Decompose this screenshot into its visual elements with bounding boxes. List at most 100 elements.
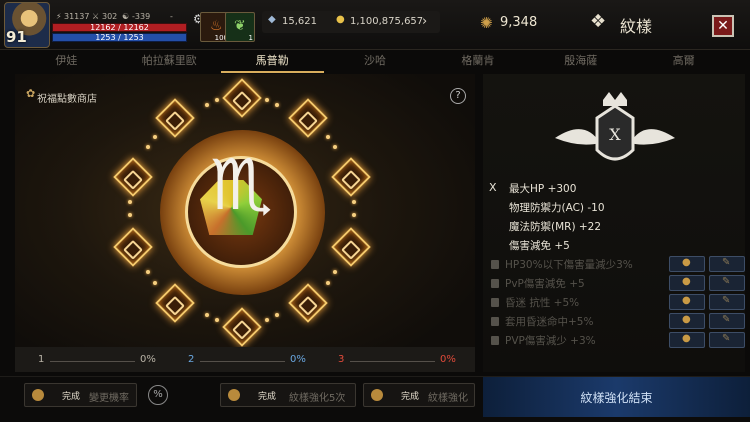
path-dot [215, 98, 219, 102]
stat-c-value: - [170, 12, 173, 21]
emblem-menu-icon: ❖ [590, 11, 607, 32]
hp-bar: 12162 / 12162 [52, 23, 187, 32]
coin-icon [371, 389, 383, 401]
locked-stat: PvP傷害減免 +5 [491, 276, 585, 291]
tab-maphr[interactable]: 馬普勒 [220, 51, 324, 73]
path-dot [333, 270, 337, 274]
path-dot [205, 313, 209, 317]
coin-bag-icon: ✿ [26, 87, 36, 100]
path-dot [275, 103, 279, 107]
progress-percent: 0% [290, 354, 306, 365]
path-dot [333, 145, 337, 149]
progress-percent: 0% [440, 354, 456, 365]
mp-text: 1253 / 1253 [95, 33, 144, 42]
coin-icon [228, 389, 240, 401]
help-icon[interactable]: ? [450, 88, 466, 104]
stat-marker: X [489, 181, 497, 194]
emblem-roman: X [609, 125, 621, 144]
slot-count: 1 [248, 34, 253, 42]
coin-option-button[interactable] [669, 332, 705, 348]
coin-option-button[interactable] [669, 256, 705, 272]
currency-box: ◆ 15,621 ● 1,100,875,657 › [262, 11, 440, 33]
enhance-5x-button[interactable]: 完成 紋樣強化5次 [220, 383, 356, 407]
tab-gran-kain[interactable]: 格蘭肯 [426, 51, 529, 73]
button-label: 紋樣強化 [428, 393, 468, 404]
done-label: 完成 [258, 392, 277, 402]
diamond-amount: 15,621 [282, 16, 317, 27]
locked-stat: PVP傷害減少 +3% [491, 333, 596, 348]
lock-icon [491, 317, 499, 326]
stat-line: 傷害減免 +5 [509, 240, 570, 252]
gold-icon: ● [336, 14, 345, 25]
tab-sayha[interactable]: 沙哈 [324, 51, 427, 73]
tab-paagrio[interactable]: 帕拉蘇里歐 [118, 51, 221, 73]
button-label: 紋樣強化5次 [289, 393, 346, 404]
locked-stat: 套用昏迷命中+5% [491, 314, 593, 329]
path-dot [326, 135, 330, 139]
done-label: 完成 [62, 392, 81, 402]
coin-option-button[interactable] [669, 294, 705, 310]
locked-stat-text: HP30%以下傷害量減少3% [505, 259, 633, 271]
tool-option-button[interactable] [709, 332, 745, 348]
coin-option-button[interactable] [669, 313, 705, 329]
coin-option-button[interactable] [669, 275, 705, 291]
chevron-right-icon[interactable]: › [422, 14, 427, 29]
blessing-coin-amount: 9,348 [500, 15, 538, 30]
potion-icon: ♨ [210, 18, 223, 34]
stat-line: 物理防禦力(AC) -10 [509, 202, 605, 214]
tab-eva[interactable]: 伊娃 [15, 51, 118, 73]
progress-index: 1 [38, 354, 45, 365]
done-label: 完成 [401, 392, 420, 402]
percent-icon[interactable]: % [148, 385, 168, 405]
alignment-icon: ☯ [122, 12, 130, 21]
blessing-coin-icon: ✺ [480, 14, 493, 32]
progress-track [350, 361, 435, 362]
locked-stat-text: 套用昏迷命中+5% [505, 316, 594, 328]
tool-option-button[interactable] [709, 275, 745, 291]
close-button[interactable]: ✕ [712, 15, 734, 37]
locked-stat-text: 昏迷 抗性 +5% [505, 297, 580, 309]
stat-line: 最大HP +300 [509, 183, 577, 195]
enhance-button[interactable]: 完成 紋樣強化 [363, 383, 475, 407]
god-tabs: 伊娃 帕拉蘇里歐 馬普勒 沙哈 格蘭肯 殷海薩 高爾 [15, 51, 735, 73]
locked-stat-text: PvP傷害減免 +5 [505, 278, 585, 290]
tab-einhasad[interactable]: 殷海薩 [529, 51, 632, 73]
path-dot [153, 135, 157, 139]
stat-line: 魔法防禦(MR) +22 [509, 221, 602, 233]
diamond-icon: ◆ [268, 14, 276, 25]
stat-b-value: -339 [132, 12, 151, 21]
player-level: 91 [6, 28, 27, 46]
mp-bar: 1253 / 1253 [52, 33, 187, 42]
lock-icon [491, 298, 499, 307]
locked-stat: 昏迷 抗性 +5% [491, 295, 579, 310]
power-value: 31137 [64, 12, 90, 21]
path-dot [352, 213, 356, 217]
scorpion-icon: ♏ [210, 144, 273, 226]
quick-slot-leaf[interactable]: ❦ 1 [225, 12, 255, 42]
finish-label: 紋樣強化結束 [580, 391, 653, 405]
leaf-icon: ❦ [234, 18, 246, 34]
path-dot [146, 145, 150, 149]
path-dot [153, 281, 157, 285]
lock-icon [491, 279, 499, 288]
path-dot [146, 270, 150, 274]
button-label: 變更機率 [89, 393, 129, 404]
tool-option-button[interactable] [709, 313, 745, 329]
top-status-bar: 91 ⚡ 31137 ⚔ 302 ☯ -339 - 12162 / 12162 … [0, 0, 750, 50]
tab-gorr[interactable]: 高爾 [632, 51, 735, 73]
progress-index: 3 [338, 354, 345, 365]
progress-track [50, 361, 135, 362]
path-dot [128, 200, 132, 204]
locked-stat: HP30%以下傷害量減少3% [491, 257, 633, 272]
tool-option-button[interactable] [709, 256, 745, 272]
finish-enhance-button[interactable]: 紋樣強化結束 [483, 377, 750, 417]
change-probability-button[interactable]: 完成 變更機率 [24, 383, 137, 407]
lock-icon [491, 260, 499, 269]
coin-icon [32, 389, 44, 401]
progress-strip [15, 347, 475, 372]
tool-option-button[interactable] [709, 294, 745, 310]
path-dot [352, 200, 356, 204]
path-dot [265, 98, 269, 102]
stat-a-value: 302 [102, 12, 118, 21]
blessing-shop-link[interactable]: 祝福點數商店 [37, 90, 97, 105]
